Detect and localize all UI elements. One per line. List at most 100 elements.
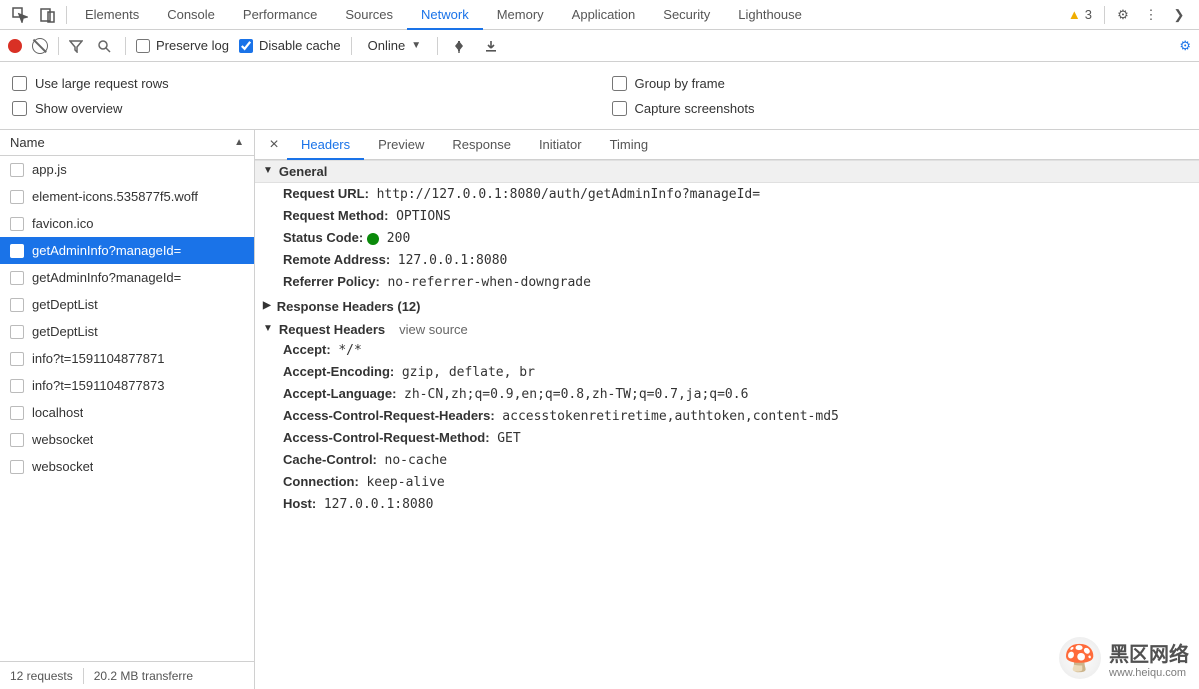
separator: [58, 37, 59, 55]
kebab-icon[interactable]: ⋮: [1137, 1, 1165, 29]
request-row[interactable]: getAdminInfo?manageId=: [0, 264, 254, 291]
file-icon: [10, 163, 24, 177]
request-row[interactable]: websocket: [0, 426, 254, 453]
network-main: Name▲ app.js element-icons.535877f5.woff f…: [0, 130, 1199, 689]
header-row: Request URL: http://127.0.0.1:8080/auth/…: [255, 183, 1199, 205]
throttling-select[interactable]: Online▼: [362, 35, 427, 57]
inspect-icon[interactable]: [6, 1, 34, 29]
group-frame-checkbox[interactable]: Group by frame: [612, 76, 1188, 91]
header-key: Cache-Control:: [283, 452, 377, 467]
detail-tab-response[interactable]: Response: [438, 130, 525, 160]
header-row: Cache-Control: no-cache: [255, 449, 1199, 471]
file-icon: [10, 352, 24, 366]
capture-checkbox[interactable]: Capture screenshots: [612, 101, 1188, 116]
tab-lighthouse[interactable]: Lighthouse: [724, 0, 816, 30]
export-har-icon[interactable]: [480, 39, 502, 53]
tab-performance[interactable]: Performance: [229, 0, 331, 30]
gear-icon[interactable]: ⚙: [1179, 38, 1191, 54]
request-name: localhost: [32, 405, 83, 420]
tab-elements[interactable]: Elements: [71, 0, 153, 30]
request-name: favicon.ico: [32, 216, 93, 231]
request-name: websocket: [32, 432, 93, 447]
header-key: Remote Address:: [283, 252, 390, 267]
detail-tab-timing[interactable]: Timing: [596, 130, 663, 160]
file-icon: [10, 433, 24, 447]
tabs-host: ElementsConsolePerformanceSourcesNetwork…: [71, 0, 816, 30]
header-key: Request Method:: [283, 208, 388, 223]
overview-checkbox[interactable]: Show overview: [12, 101, 588, 116]
name-column-header[interactable]: Name▲: [0, 130, 254, 156]
search-icon[interactable]: [97, 39, 115, 53]
request-row[interactable]: getDeptList: [0, 318, 254, 345]
tab-application[interactable]: Application: [558, 0, 650, 30]
request-row[interactable]: websocket: [0, 453, 254, 480]
request-row[interactable]: info?t=1591104877871: [0, 345, 254, 372]
arrow-right-icon: ▶: [263, 300, 271, 311]
separator: [125, 37, 126, 55]
response-headers-section[interactable]: ▶Response Headers (12): [255, 293, 1199, 316]
view-source-link[interactable]: view source: [399, 322, 468, 337]
request-row[interactable]: info?t=1591104877873: [0, 372, 254, 399]
header-value: http://127.0.0.1:8080/auth/getAdminInfo?…: [377, 187, 761, 202]
file-icon: [10, 298, 24, 312]
header-key: Accept:: [283, 342, 331, 357]
import-har-icon[interactable]: [448, 39, 470, 53]
header-value: 200: [387, 231, 410, 246]
filter-icon[interactable]: [69, 39, 87, 53]
request-row[interactable]: element-icons.535877f5.woff: [0, 183, 254, 210]
close-icon[interactable]: ❯: [1165, 1, 1193, 29]
close-detail-button[interactable]: ×: [261, 136, 287, 154]
header-value: keep-alive: [366, 475, 444, 490]
tab-memory[interactable]: Memory: [483, 0, 558, 30]
file-icon: [10, 379, 24, 393]
large-rows-checkbox[interactable]: Use large request rows: [12, 76, 588, 91]
preserve-log-checkbox[interactable]: Preserve log: [136, 38, 229, 53]
header-key: Referrer Policy:: [283, 274, 380, 289]
request-row[interactable]: app.js: [0, 156, 254, 183]
detail-tab-preview[interactable]: Preview: [364, 130, 438, 160]
gear-icon[interactable]: ⚙: [1109, 1, 1137, 29]
tab-console[interactable]: Console: [153, 0, 229, 30]
header-row: Referrer Policy: no-referrer-when-downgr…: [255, 271, 1199, 293]
header-row: Access-Control-Request-Method: GET: [255, 427, 1199, 449]
header-value: 127.0.0.1:8080: [324, 497, 434, 512]
requests-count: 12 requests: [10, 669, 73, 683]
general-section-header[interactable]: ▼General: [255, 160, 1199, 183]
request-name: websocket: [32, 459, 93, 474]
device-toggle-icon[interactable]: [34, 1, 62, 29]
devtools-tab-bar: ElementsConsolePerformanceSourcesNetwork…: [0, 0, 1199, 30]
request-row[interactable]: getAdminInfo?manageId=: [0, 237, 254, 264]
request-row[interactable]: localhost: [0, 399, 254, 426]
request-row[interactable]: getDeptList: [0, 291, 254, 318]
header-row: Connection: keep-alive: [255, 471, 1199, 493]
header-value: GET: [497, 431, 520, 446]
request-name: app.js: [32, 162, 67, 177]
file-icon: [10, 271, 24, 285]
header-key: Status Code:: [283, 230, 363, 245]
header-row: Status Code: 200: [255, 227, 1199, 249]
request-headers-section[interactable]: ▼Request Headersview source: [255, 316, 1199, 339]
chevron-down-icon: ▼: [411, 40, 421, 51]
disable-cache-checkbox[interactable]: Disable cache: [239, 38, 341, 53]
detail-tabs-host: HeadersPreviewResponseInitiatorTiming: [287, 130, 662, 160]
header-key: Connection:: [283, 474, 359, 489]
issues-counter[interactable]: ▲3: [1060, 7, 1100, 22]
header-row: Accept-Language: zh-CN,zh;q=0.9,en;q=0.8…: [255, 383, 1199, 405]
request-name: element-icons.535877f5.woff: [32, 189, 198, 204]
sort-icon: ▲: [234, 137, 244, 148]
header-key: Host:: [283, 496, 316, 511]
request-row[interactable]: favicon.ico: [0, 210, 254, 237]
clear-button[interactable]: [32, 38, 48, 54]
header-key: Request URL:: [283, 186, 369, 201]
tab-sources[interactable]: Sources: [331, 0, 407, 30]
tab-network[interactable]: Network: [407, 0, 483, 30]
tab-security[interactable]: Security: [649, 0, 724, 30]
detail-tab-initiator[interactable]: Initiator: [525, 130, 596, 160]
header-row: Request Method: OPTIONS: [255, 205, 1199, 227]
disable-cache-label: Disable cache: [259, 38, 341, 53]
detail-tab-headers[interactable]: Headers: [287, 130, 364, 160]
request-detail: × HeadersPreviewResponseInitiatorTiming …: [255, 130, 1199, 689]
record-button[interactable]: [8, 39, 22, 53]
detail-tabs: × HeadersPreviewResponseInitiatorTiming: [255, 130, 1199, 160]
header-key: Accept-Encoding:: [283, 364, 394, 379]
